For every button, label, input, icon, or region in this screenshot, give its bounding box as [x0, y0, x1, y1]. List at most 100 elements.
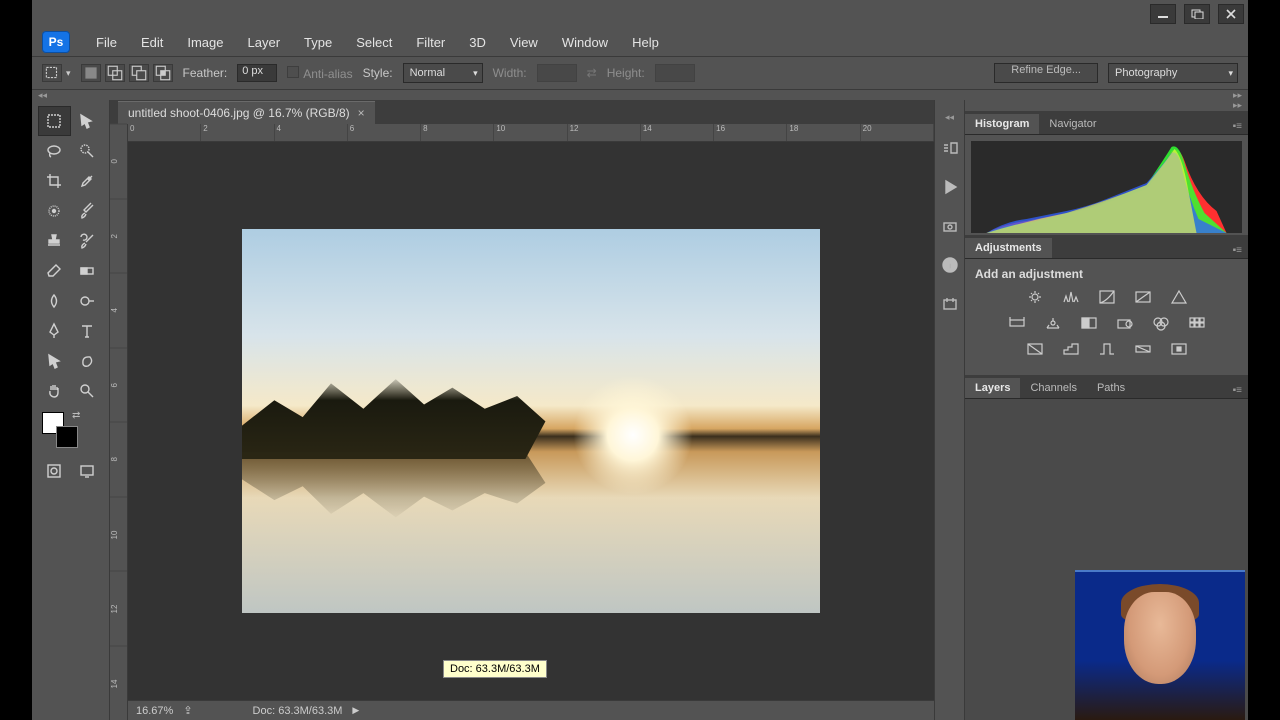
adj-vibrance-icon[interactable]	[1169, 289, 1189, 305]
add-selection-icon[interactable]	[105, 64, 125, 82]
close-button[interactable]	[1218, 4, 1244, 24]
height-input	[655, 64, 695, 82]
tool-preset-picker[interactable]	[42, 64, 62, 82]
collapse-right-icon[interactable]: ▸▸	[1233, 90, 1242, 100]
hand-tool[interactable]	[38, 376, 71, 406]
swap-colors-icon[interactable]: ⇄	[72, 410, 80, 421]
menu-window[interactable]: Window	[550, 31, 620, 54]
menu-layer[interactable]: Layer	[236, 31, 293, 54]
history-brush-tool[interactable]	[71, 226, 104, 256]
quick-mask-tool[interactable]	[38, 456, 71, 486]
crop-tool[interactable]	[38, 166, 71, 196]
adjustments-menu-icon[interactable]: ▪≡	[1227, 243, 1248, 258]
document-area: untitled shoot-0406.jpg @ 16.7% (RGB/8) …	[110, 100, 934, 720]
adj-threshold-icon[interactable]	[1097, 341, 1117, 357]
layers-menu-icon[interactable]: ▪≡	[1227, 383, 1248, 398]
menubar: Ps File Edit Image Layer Type Select Fil…	[32, 28, 1248, 56]
adj-curves-icon[interactable]	[1097, 289, 1117, 305]
marquee-tool[interactable]	[38, 106, 71, 136]
strip-collapse-icon[interactable]: ◂◂	[945, 112, 954, 123]
adj-brightness-icon[interactable]	[1025, 289, 1045, 305]
adj-channelmixer-icon[interactable]	[1151, 315, 1171, 331]
strip-icon-info[interactable]: i	[941, 256, 959, 279]
ruler-horizontal[interactable]: 02468101214161820	[128, 124, 934, 142]
adj-selectivecolor-icon[interactable]	[1169, 341, 1189, 357]
adj-photofilter-icon[interactable]	[1115, 315, 1135, 331]
zoom-level[interactable]: 16.67%	[136, 705, 173, 717]
intersect-selection-icon[interactable]	[153, 64, 173, 82]
layers-panel-tabs: Layers Channels Paths ▪≡	[965, 375, 1248, 399]
adj-bw-icon[interactable]	[1079, 315, 1099, 331]
doc-info[interactable]: Doc: 63.3M/63.3M	[253, 705, 343, 717]
strip-icon-1[interactable]	[941, 139, 959, 162]
feather-input[interactable]: 0 px	[237, 64, 277, 82]
share-icon[interactable]: ⇪	[183, 704, 192, 717]
antialias-label: Anti-alias	[303, 67, 352, 81]
app-logo[interactable]: Ps	[42, 31, 70, 53]
maximize-button[interactable]	[1184, 4, 1210, 24]
shape-tool[interactable]	[71, 346, 104, 376]
eraser-tool[interactable]	[38, 256, 71, 286]
tab-layers[interactable]: Layers	[965, 378, 1020, 398]
adj-exposure-icon[interactable]	[1133, 289, 1153, 305]
refine-edge-button[interactable]: Refine Edge...	[994, 63, 1098, 83]
adj-invert-icon[interactable]	[1025, 341, 1045, 357]
adj-colorbalance-icon[interactable]	[1043, 315, 1063, 331]
panels-collapse-icon[interactable]: ▸▸	[965, 100, 1248, 111]
collapse-left-icon[interactable]: ◂◂	[38, 90, 47, 100]
menu-help[interactable]: Help	[620, 31, 671, 54]
tab-adjustments[interactable]: Adjustments	[965, 238, 1052, 258]
new-selection-icon[interactable]	[81, 64, 101, 82]
type-tool[interactable]	[71, 316, 104, 346]
workspace-switcher[interactable]: Photography	[1108, 63, 1238, 83]
antialias-checkbox[interactable]	[287, 66, 299, 78]
canvas[interactable]: Doc: 63.3M/63.3M	[128, 142, 934, 700]
histogram-menu-icon[interactable]: ▪≡	[1227, 119, 1248, 134]
strip-icon-3[interactable]	[941, 217, 959, 240]
zoom-tool[interactable]	[71, 376, 104, 406]
adj-levels-icon[interactable]	[1061, 289, 1081, 305]
menu-select[interactable]: Select	[344, 31, 404, 54]
document-tab-title: untitled shoot-0406.jpg @ 16.7% (RGB/8)	[128, 106, 350, 120]
pen-tool[interactable]	[38, 316, 71, 346]
move-tool[interactable]	[71, 106, 104, 136]
adj-posterize-icon[interactable]	[1061, 341, 1081, 357]
background-swatch[interactable]	[56, 426, 78, 448]
ruler-vertical[interactable]: 02468101214	[110, 124, 128, 720]
style-select[interactable]: Normal	[403, 63, 483, 83]
subtract-selection-icon[interactable]	[129, 64, 149, 82]
strip-icon-play[interactable]	[941, 178, 959, 201]
doc-info-menu-icon[interactable]: ▶	[352, 705, 359, 716]
menu-3d[interactable]: 3D	[457, 31, 498, 54]
dodge-tool[interactable]	[71, 286, 104, 316]
adj-gradientmap-icon[interactable]	[1133, 341, 1153, 357]
tab-navigator[interactable]: Navigator	[1039, 114, 1106, 134]
menu-view[interactable]: View	[498, 31, 550, 54]
document-tab[interactable]: untitled shoot-0406.jpg @ 16.7% (RGB/8) …	[118, 101, 375, 124]
menu-filter[interactable]: Filter	[404, 31, 457, 54]
eyedropper-tool[interactable]	[71, 166, 104, 196]
menu-edit[interactable]: Edit	[129, 31, 175, 54]
spot-heal-tool[interactable]	[38, 196, 71, 226]
menu-type[interactable]: Type	[292, 31, 344, 54]
blur-tool[interactable]	[38, 286, 71, 316]
tab-close-icon[interactable]: ×	[358, 106, 365, 120]
menu-file[interactable]: File	[84, 31, 129, 54]
tab-channels[interactable]: Channels	[1020, 378, 1086, 398]
tab-histogram[interactable]: Histogram	[965, 114, 1039, 134]
titlebar	[32, 0, 1248, 28]
menu-image[interactable]: Image	[175, 31, 235, 54]
path-select-tool[interactable]	[38, 346, 71, 376]
gradient-tool[interactable]	[71, 256, 104, 286]
adj-hue-icon[interactable]	[1007, 315, 1027, 331]
quick-select-tool[interactable]	[71, 136, 104, 166]
adj-colorlookup-icon[interactable]	[1187, 315, 1207, 331]
brush-tool[interactable]	[71, 196, 104, 226]
lasso-tool[interactable]	[38, 136, 71, 166]
tab-paths[interactable]: Paths	[1087, 378, 1135, 398]
stamp-tool[interactable]	[38, 226, 71, 256]
color-swatches[interactable]: ⇄	[32, 408, 109, 454]
screen-mode-tool[interactable]	[71, 456, 104, 486]
strip-icon-5[interactable]	[941, 295, 959, 318]
minimize-button[interactable]	[1150, 4, 1176, 24]
